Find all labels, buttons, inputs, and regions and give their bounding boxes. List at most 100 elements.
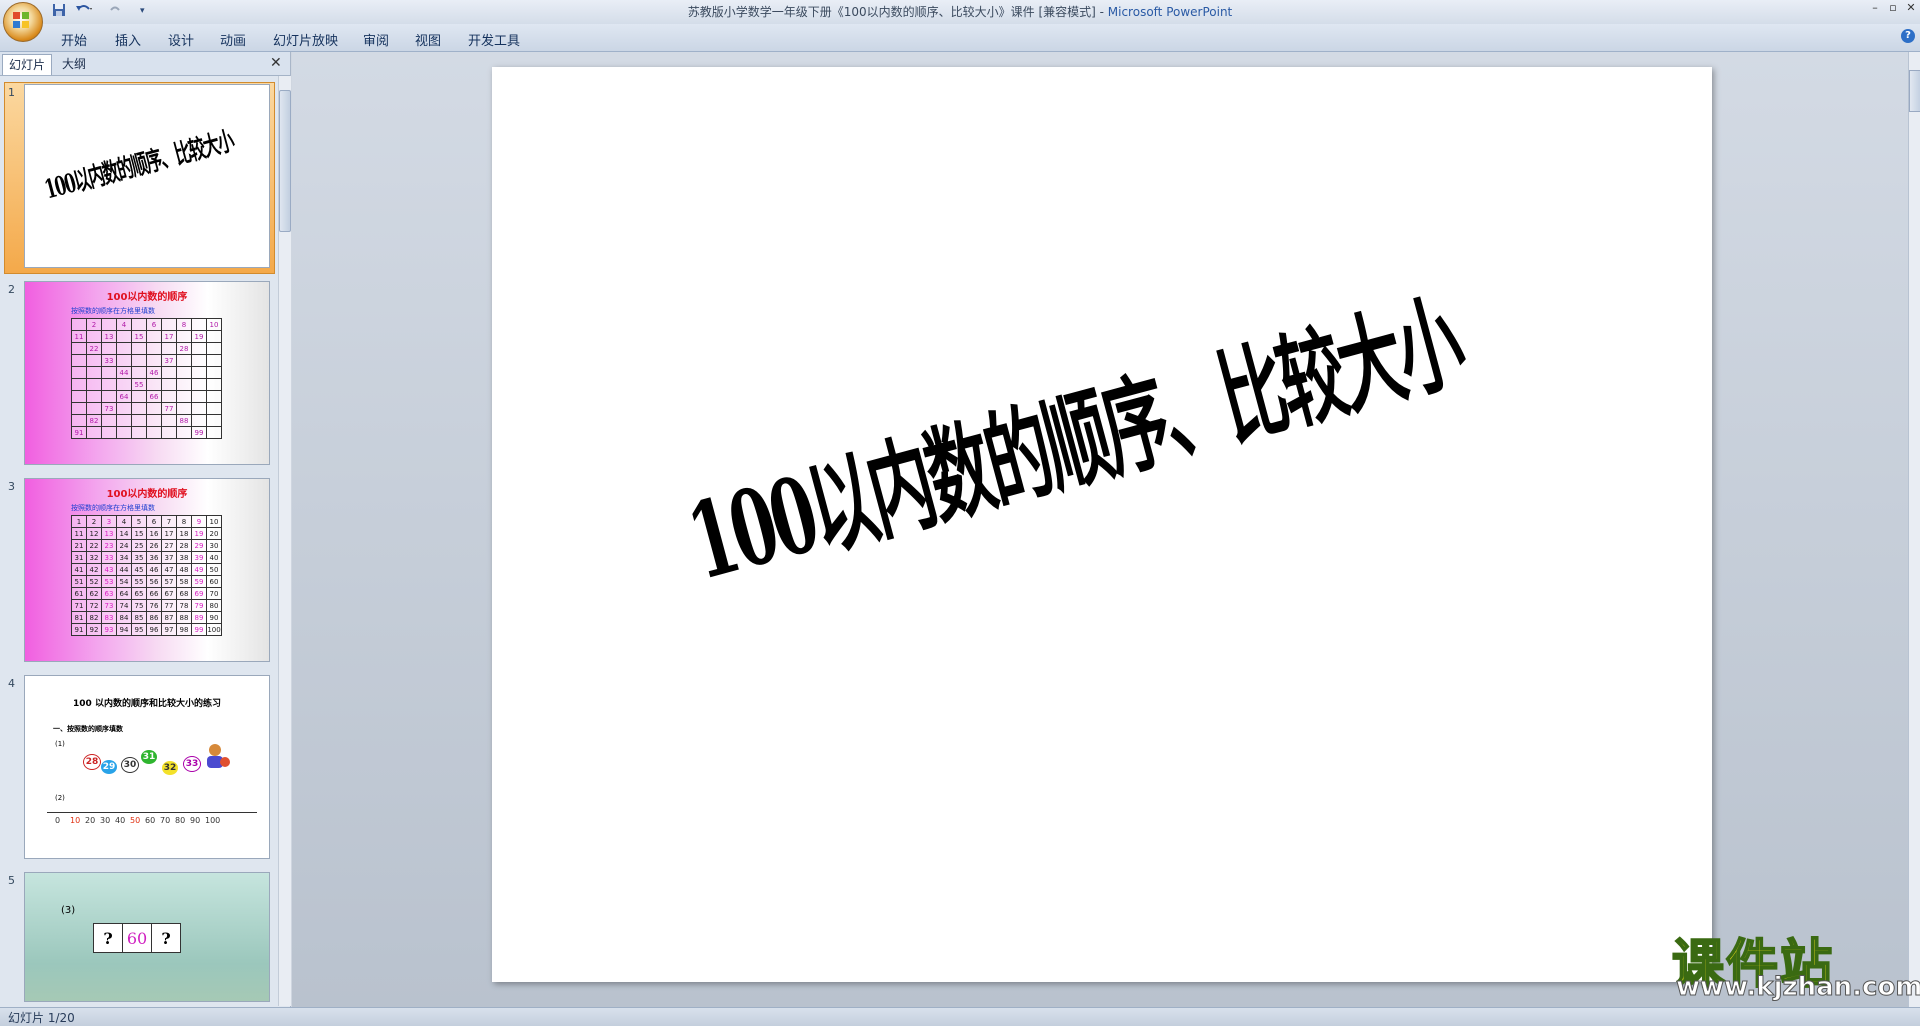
grid-cell: 76 [146, 599, 162, 612]
number-line-label: 20 [85, 816, 96, 825]
grid-cell: 23 [101, 539, 117, 552]
tab-animations[interactable]: 动画 [220, 30, 246, 49]
grid-cell [116, 426, 132, 439]
grid-cell [191, 342, 207, 355]
number-ball: 31 [141, 750, 157, 764]
close-icon[interactable]: ✕ [270, 55, 282, 71]
thumbnail-scrollbar-thumb[interactable] [279, 90, 291, 232]
grid-cell [191, 402, 207, 415]
grid-cell: 51 [71, 575, 87, 588]
tab-home[interactable]: 开始 [61, 30, 87, 49]
grid-cell [206, 426, 222, 439]
grid-cell: 55 [131, 575, 147, 588]
grid-cell: 58 [176, 575, 192, 588]
number-line [47, 812, 257, 813]
tab-review[interactable]: 审阅 [363, 30, 389, 49]
grid-cell [146, 414, 162, 427]
grid-cell: 66 [146, 390, 162, 403]
grid-cell: 31 [71, 551, 87, 564]
grid-cell: 11 [71, 527, 87, 540]
tab-slideshow[interactable]: 幻灯片放映 [273, 30, 338, 49]
vertical-scrollbar[interactable] [1908, 52, 1920, 1007]
grid-cell: 91 [71, 623, 87, 636]
grid-cell [176, 426, 192, 439]
tab-developer[interactable]: 开发工具 [468, 30, 520, 49]
grid-cell [206, 330, 222, 343]
grid-cell [101, 318, 117, 331]
grid-cell: 39 [191, 551, 207, 564]
grid-cell [116, 342, 132, 355]
grid-cell: 15 [131, 330, 147, 343]
close-button[interactable]: ✕ [1902, 1, 1920, 15]
current-slide[interactable] [492, 67, 1712, 982]
grid-cell [86, 366, 102, 379]
grid-cell: 29 [191, 539, 207, 552]
grid-cell: 4 [116, 515, 132, 528]
grid-cell: 54 [116, 575, 132, 588]
vertical-scrollbar-thumb[interactable] [1909, 70, 1920, 112]
grid-cell [101, 390, 117, 403]
grid-cell: 10 [206, 318, 222, 331]
grid-cell: 45 [131, 563, 147, 576]
grid-cell: 97 [161, 623, 177, 636]
grid-cell: 44 [116, 563, 132, 576]
grid-cell: 95 [131, 623, 147, 636]
grid-cell [116, 330, 132, 343]
slide-thumbnail-4[interactable]: 100 以内数的顺序和比较大小的练习 一、按照数的顺序填数 (1) (2) 28… [24, 675, 270, 859]
slide-thumbnail-3[interactable]: 100以内数的顺序 按照数的顺序在方格里填数 1 2 3 4 5 6 7 8 9 10 11 12 13… [24, 478, 270, 662]
grid-row: 64 66 [71, 390, 222, 403]
grid-cell: 37 [161, 354, 177, 367]
number-ball: 33 [183, 756, 201, 772]
grid-cell: 37 [161, 551, 177, 564]
grid-cell [161, 426, 177, 439]
grid-cell: 75 [131, 599, 147, 612]
grid-cell: 77 [161, 402, 177, 415]
grid-cell [146, 354, 162, 367]
grid-row: 73 77 [71, 402, 222, 415]
grid-cell: 94 [116, 623, 132, 636]
grid-cell [86, 354, 102, 367]
grid-row: 82 88 [71, 414, 222, 427]
grid-cell: 24 [116, 539, 132, 552]
grid-row: 22 28 [71, 342, 222, 355]
exercise-label-3: (3) [61, 905, 76, 916]
grid-cell: 8 [176, 515, 192, 528]
grid-cell: 14 [116, 527, 132, 540]
grid-cell: 80 [206, 599, 222, 612]
number-line-label: 100 [205, 816, 221, 825]
grid-row: 11 13 15 17 19 [71, 330, 222, 343]
grid-cell: 15 [131, 527, 147, 540]
grid-row: 44 46 [71, 366, 222, 379]
tab-insert[interactable]: 插入 [115, 30, 141, 49]
grid-cell [131, 318, 147, 331]
tab-design[interactable]: 设计 [168, 30, 194, 49]
slide-thumbnail-1[interactable]: 100以内数的顺序、比较大小 [24, 84, 270, 268]
exercise-label-1: (1) [55, 740, 65, 748]
grid-cell: 57 [161, 575, 177, 588]
minimize-button[interactable]: – [1866, 1, 1884, 15]
grid-cell [191, 366, 207, 379]
grid-cell: 91 [71, 426, 87, 439]
grid-cell: 33 [101, 551, 117, 564]
grid-cell [101, 426, 117, 439]
grid-cell: 33 [101, 354, 117, 367]
tab-view[interactable]: 视图 [415, 30, 441, 49]
grid-row: 41 42 43 44 45 46 47 48 49 50 [71, 563, 222, 576]
slide-thumbnail-5[interactable]: (3) ? 60 ? [24, 872, 270, 1002]
maximize-button[interactable]: ▫ [1884, 1, 1902, 15]
slide-number: 2 [8, 283, 15, 296]
grid-cell [86, 330, 102, 343]
grid-cell: 40 [206, 551, 222, 564]
grid-cell [131, 426, 147, 439]
grid-cell [71, 390, 87, 403]
grid-cell: 19 [191, 330, 207, 343]
slide-thumbnail-2[interactable]: 100以内数的顺序 按照数的顺序在方格里填数 2 4 6 8 10 11 13 15 17 19 2… [24, 281, 270, 465]
tab-outline[interactable]: 大纲 [56, 54, 92, 74]
tab-slides[interactable]: 幻灯片 [2, 54, 53, 75]
grid-cell: 26 [146, 539, 162, 552]
grid-cell: 18 [176, 527, 192, 540]
grid-cell: 88 [176, 611, 192, 624]
grid-cell [116, 378, 132, 391]
grid-cell [176, 378, 192, 391]
help-icon[interactable]: ? [1901, 29, 1915, 43]
